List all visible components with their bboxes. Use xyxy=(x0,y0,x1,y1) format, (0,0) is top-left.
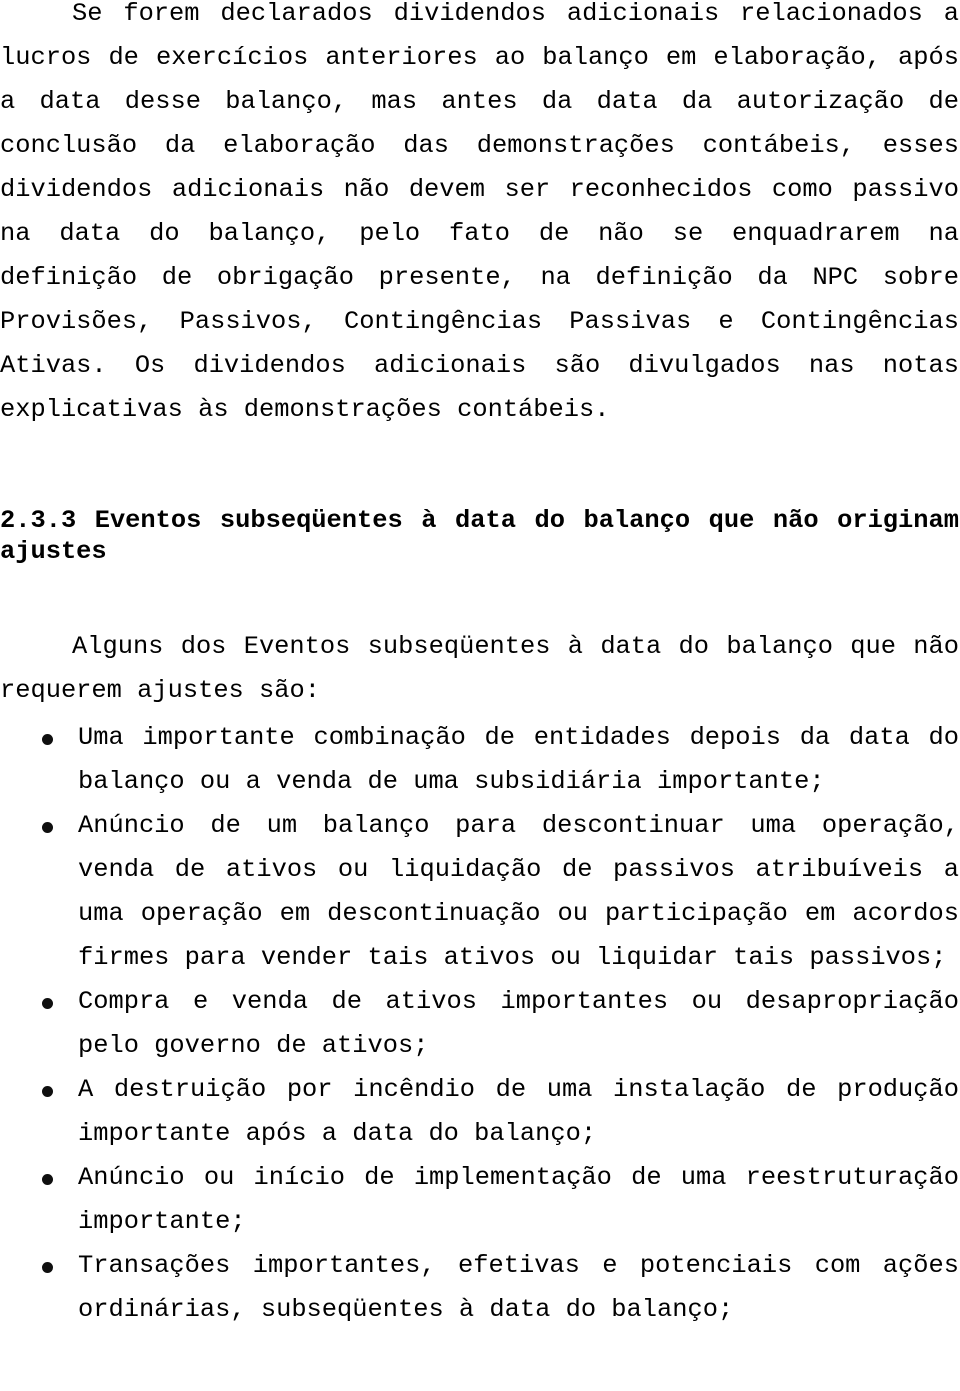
bullet-dot-icon xyxy=(42,716,54,760)
list-item: Uma importante combinação de entidades d… xyxy=(0,716,959,804)
list-item: Transações importantes, efetivas e poten… xyxy=(0,1244,959,1332)
list-item-text: A destruição por incêndio de uma instala… xyxy=(78,1075,959,1148)
list-item: Anúncio de um balanço para descontinuar … xyxy=(0,804,959,980)
paragraph-intro-text: Alguns dos Eventos subseqüentes à data d… xyxy=(0,632,959,705)
bullet-dot-icon xyxy=(42,804,54,848)
list-item-text: Anúncio ou início de implementação de um… xyxy=(78,1163,959,1236)
events-bullet-list: Uma importante combinação de entidades d… xyxy=(0,716,959,1332)
section-heading-2-3-3: 2.3.3 Eventos subseqüentes à data do bal… xyxy=(0,506,959,566)
list-item: Compra e venda de ativos importantes ou … xyxy=(0,980,959,1068)
paragraph-intro-body: Alguns dos Eventos subseqüentes à data d… xyxy=(0,625,959,713)
paragraph-dividends: Se forem declarados dividendos adicionai… xyxy=(0,0,959,432)
bullet-dot-icon xyxy=(42,1244,54,1288)
list-item-text: Transações importantes, efetivas e poten… xyxy=(78,1251,959,1324)
document-page: Se forem declarados dividendos adicionai… xyxy=(0,0,960,1391)
paragraph-dividends-tail: explicativas às demonstrações contábeis. xyxy=(0,395,610,424)
bullet-dot-icon xyxy=(42,1068,54,1112)
list-item-text: Uma importante combinação de entidades d… xyxy=(78,723,959,796)
paragraph-dividends-text: Se forem declarados dividendos adicionai… xyxy=(0,0,959,380)
bullet-dot-icon xyxy=(42,980,54,1024)
list-item: Anúncio ou início de implementação de um… xyxy=(0,1156,959,1244)
list-item-text: Compra e venda de ativos importantes ou … xyxy=(78,987,959,1060)
paragraph-intro: Alguns dos Eventos subseqüentes à data d… xyxy=(0,625,959,713)
list-item: A destruição por incêndio de uma instala… xyxy=(0,1068,959,1156)
paragraph-dividends-body: Se forem declarados dividendos adicionai… xyxy=(0,0,959,388)
bullet-dot-icon xyxy=(42,1156,54,1200)
list-item-text: Anúncio de um balanço para descontinuar … xyxy=(78,811,959,972)
